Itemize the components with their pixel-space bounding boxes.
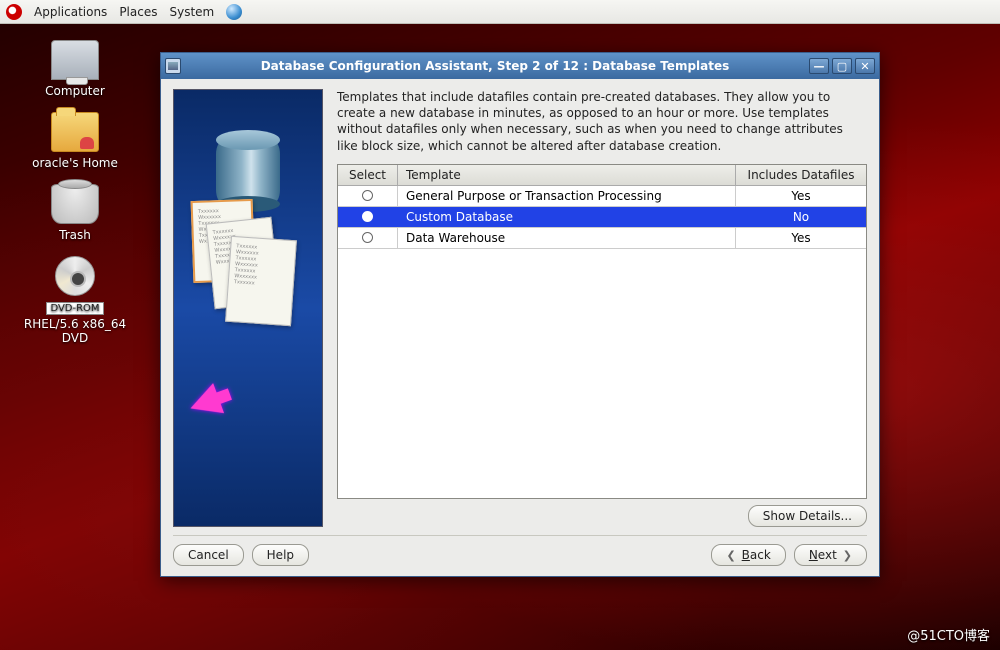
col-select: Select	[338, 165, 398, 185]
window-maximize-button[interactable]: ▢	[832, 58, 852, 74]
desktop-icon-label: Computer	[20, 84, 130, 98]
desktop-icons: Computer oracle's Home Trash DVD-ROM RHE…	[20, 40, 130, 345]
desktop-icon-label: RHEL/5.6 x86_64 DVD	[20, 317, 130, 345]
menu-system[interactable]: System	[169, 5, 214, 19]
trash-icon	[51, 184, 99, 224]
wizard-content-pane: Templates that include datafiles contain…	[337, 89, 867, 527]
col-template: Template	[398, 165, 736, 185]
database-cylinder-icon	[216, 140, 280, 204]
desktop-icon-trash[interactable]: Trash	[20, 184, 130, 242]
help-button[interactable]: Help	[252, 544, 309, 566]
desktop-icon-home[interactable]: oracle's Home	[20, 112, 130, 170]
window-title: Database Configuration Assistant, Step 2…	[187, 59, 803, 73]
row-select-cell[interactable]	[338, 228, 398, 248]
table-row[interactable]: General Purpose or Transaction Processin…	[338, 186, 866, 207]
table-row[interactable]: Data WarehouseYes	[338, 228, 866, 249]
window-minimize-button[interactable]: —	[809, 58, 829, 74]
row-template-cell: Data Warehouse	[398, 228, 736, 248]
computer-icon	[51, 40, 99, 80]
window-close-button[interactable]: ✕	[855, 58, 875, 74]
show-details-button[interactable]: Show Details...	[748, 505, 867, 527]
row-template-cell: General Purpose or Transaction Processin…	[398, 186, 736, 206]
template-radio[interactable]	[362, 232, 373, 243]
cancel-button[interactable]: Cancel	[173, 544, 244, 566]
menu-applications[interactable]: Applications	[34, 5, 107, 19]
top-taskbar: Applications Places System	[0, 0, 1000, 24]
step-description: Templates that include datafiles contain…	[337, 89, 867, 154]
desktop-icon-dvd[interactable]: DVD-ROM RHEL/5.6 x86_64 DVD	[20, 256, 130, 345]
back-button[interactable]: ❮ Back	[711, 544, 785, 566]
template-radio[interactable]	[362, 190, 373, 201]
home-folder-icon	[51, 112, 99, 152]
row-template-cell: Custom Database	[398, 207, 736, 227]
window-titlebar[interactable]: Database Configuration Assistant, Step 2…	[161, 53, 879, 79]
wizard-footer: Cancel Help ❮ Back Next ❯	[173, 535, 867, 566]
menu-places[interactable]: Places	[119, 5, 157, 19]
col-includes: Includes Datafiles	[736, 165, 866, 185]
window-app-icon	[165, 58, 181, 74]
dvd-icon	[55, 256, 95, 296]
arrow-icon	[173, 383, 224, 429]
dvd-tag: DVD-ROM	[46, 302, 103, 315]
row-select-cell[interactable]	[338, 186, 398, 206]
chevron-right-icon: ❯	[843, 549, 852, 562]
chevron-left-icon: ❮	[726, 549, 735, 562]
table-row[interactable]: Custom DatabaseNo	[338, 207, 866, 228]
redhat-logo-icon	[6, 4, 22, 20]
desktop-icon-label: oracle's Home	[20, 156, 130, 170]
row-includes-cell: Yes	[736, 186, 866, 206]
wizard-illustration: TxxxxxxWxxxxxxTxxxxxxWxxxxxxTxxxxxxWxxxx…	[173, 89, 323, 527]
watermark: @51CTO博客	[907, 625, 990, 644]
window-body: TxxxxxxWxxxxxxTxxxxxxWxxxxxxTxxxxxxWxxxx…	[161, 79, 879, 576]
row-includes-cell: Yes	[736, 228, 866, 248]
templates-table: Select Template Includes Datafiles Gener…	[337, 164, 867, 499]
table-header: Select Template Includes Datafiles	[338, 165, 866, 186]
row-select-cell[interactable]	[338, 207, 398, 227]
desktop-icon-computer[interactable]: Computer	[20, 40, 130, 98]
row-includes-cell: No	[736, 207, 866, 227]
next-button[interactable]: Next ❯	[794, 544, 867, 566]
template-radio[interactable]	[362, 211, 373, 222]
template-page-icon: TxxxxxxWxxxxxxTxxxxxxWxxxxxxTxxxxxxWxxxx…	[225, 236, 297, 326]
browser-launcher-icon[interactable]	[226, 4, 242, 20]
dbca-window: Database Configuration Assistant, Step 2…	[160, 52, 880, 577]
desktop-icon-label: Trash	[20, 228, 130, 242]
